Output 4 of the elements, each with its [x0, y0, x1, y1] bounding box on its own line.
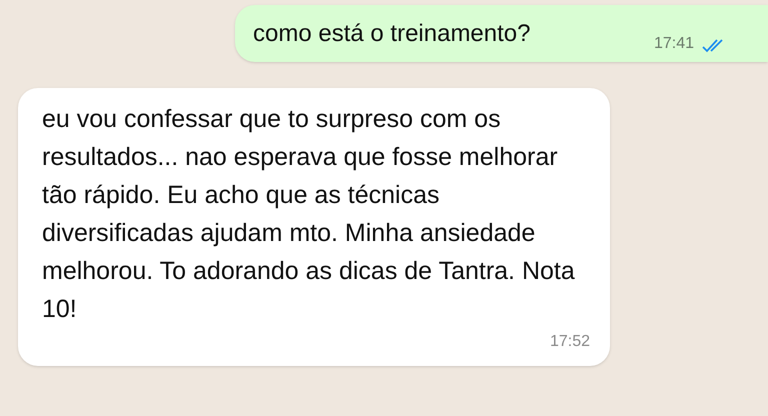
message-text: como está o treinamento? [253, 18, 530, 48]
message-time: 17:52 [550, 332, 590, 352]
message-text: eu vou confessar que to surpreso com os resultados... nao esperava que fosse melhorar tão rápido. Eu acho que as técnicas diversificadas ajudam mto. Minha ansiedade melhorou. To adorando as dicas de Tantra. Nota 10! [42, 104, 576, 325]
message-time: 17:41 [654, 34, 694, 54]
